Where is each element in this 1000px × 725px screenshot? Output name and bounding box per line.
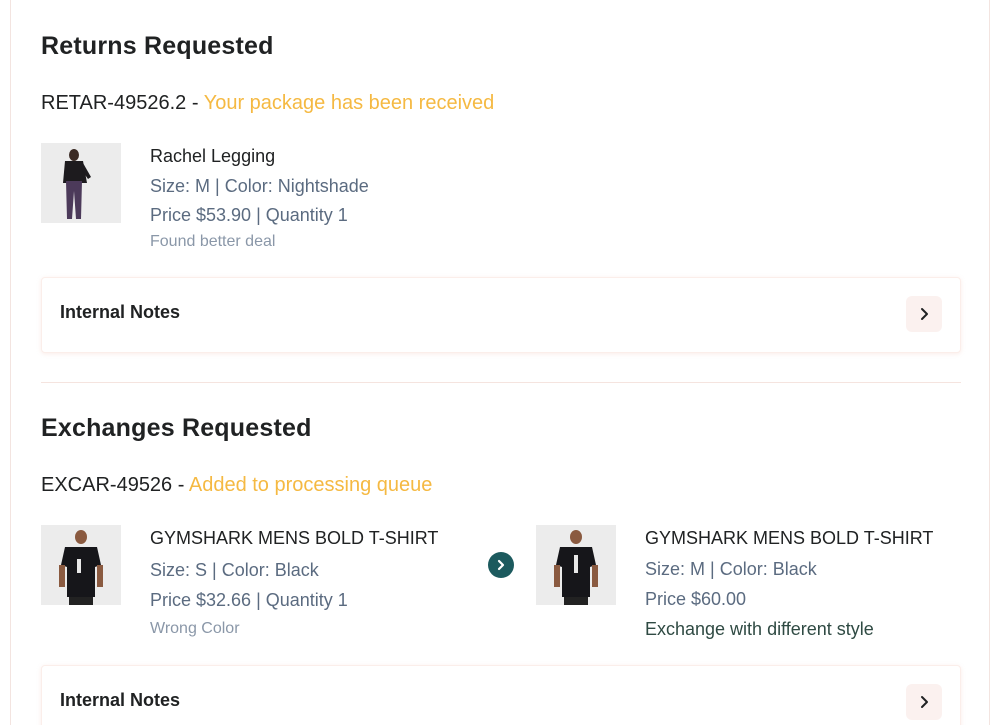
man-tshirt-photo (536, 525, 616, 605)
internal-notes-label: Internal Notes (60, 302, 181, 322)
chevron-right-icon (921, 696, 928, 708)
exchange-internal-notes[interactable]: Internal Notes (41, 665, 961, 725)
exchange-original-image (41, 525, 121, 605)
man-tshirt-photo (41, 525, 121, 605)
exchange-original-name: GYMSHARK MENS BOLD T-SHIRT (150, 528, 439, 548)
return-separator: - (186, 92, 204, 114)
return-item-image (41, 143, 121, 223)
woman-legging-photo (41, 143, 121, 223)
exchange-new-name: GYMSHARK MENS BOLD T-SHIRT (645, 528, 934, 548)
returns-section-title: Returns Requested (41, 32, 274, 60)
return-request-id: RETAR-49526.2 (41, 92, 187, 114)
expand-notes-button[interactable] (906, 684, 942, 720)
internal-notes-label: Internal Notes (60, 690, 181, 710)
exchanges-section-title: Exchanges Requested (41, 414, 312, 442)
chevron-right-icon (921, 308, 928, 320)
return-item-variant: Size: M | Color: Nightshade (150, 176, 369, 196)
return-internal-notes[interactable]: Internal Notes (41, 277, 961, 353)
expand-notes-button[interactable] (906, 296, 942, 332)
exchange-separator: - (172, 474, 189, 496)
exchange-arrow (488, 552, 514, 578)
order-requests-card: Returns Requested RETAR-49526.2 - Your p… (10, 0, 990, 725)
return-item-reason: Found better deal (150, 233, 276, 250)
return-item-name: Rachel Legging (150, 146, 276, 166)
exchange-request-line: EXCAR-49526 - Added to processing queue (41, 474, 432, 497)
exchange-original-variant: Size: S | Color: Black (150, 560, 319, 580)
exchange-new-price: Price $60.00 (645, 589, 747, 609)
return-status: Your package has been received (203, 92, 495, 114)
exchange-original-reason: Wrong Color (150, 620, 240, 637)
exchange-new-variant: Size: M | Color: Black (645, 559, 817, 579)
exchange-original-price: Price $32.66 | Quantity 1 (150, 590, 348, 610)
return-request-line: RETAR-49526.2 - Your package has been re… (41, 92, 494, 115)
arrow-right-icon (497, 559, 505, 571)
exchange-request-id: EXCAR-49526 (41, 474, 173, 496)
exchange-status: Added to processing queue (188, 474, 433, 496)
exchange-new-image (536, 525, 616, 605)
section-divider (41, 382, 961, 383)
exchange-new-note: Exchange with different style (645, 619, 874, 639)
return-item-price: Price $53.90 | Quantity 1 (150, 205, 348, 225)
